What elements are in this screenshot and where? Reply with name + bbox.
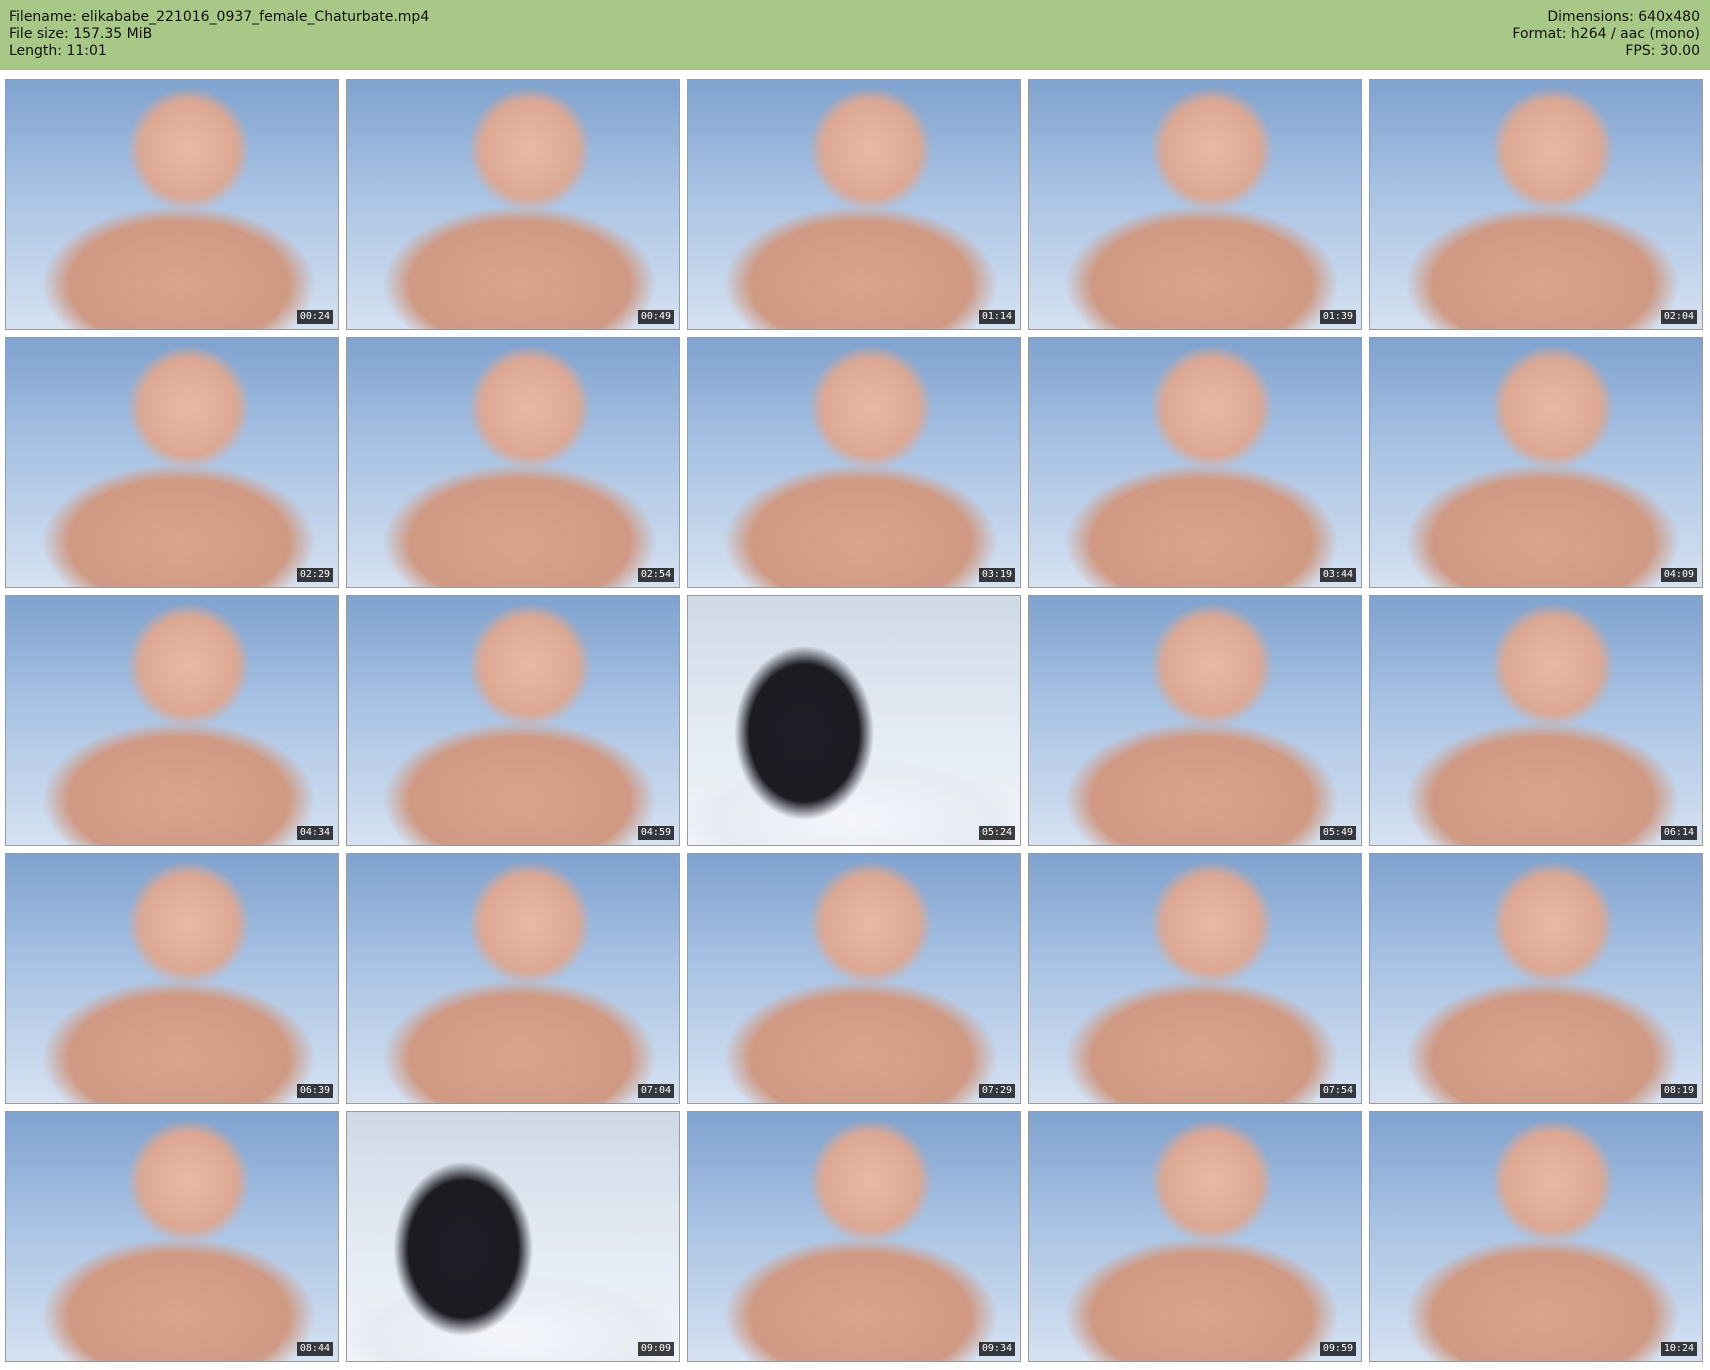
info-header: Filename: elikababe_221016_0937_female_C… [0, 0, 1710, 70]
timestamp-label: 02:29 [296, 568, 333, 582]
video-info: Dimensions: 640x480 Format: h264 / aac (… [1512, 9, 1700, 60]
thumbnail: 00:24 [5, 79, 339, 330]
filesize-text: File size: 157.35 MiB [9, 26, 153, 42]
video-frame-image [688, 596, 1020, 845]
timestamp-label: 08:19 [1660, 1084, 1697, 1098]
video-frame-image [688, 338, 1020, 587]
video-frame-image [6, 596, 338, 845]
dimensions-text: Dimensions: 640x480 [1547, 9, 1700, 25]
video-frame-image [6, 854, 338, 1103]
thumbnail: 09:59 [1028, 1111, 1362, 1362]
timestamp-label: 08:44 [296, 1342, 333, 1356]
video-frame-image [1029, 338, 1361, 587]
thumbnail: 03:44 [1028, 337, 1362, 588]
thumbnail: 06:39 [5, 853, 339, 1104]
video-frame-image [1370, 854, 1702, 1103]
timestamp-label: 02:04 [1660, 310, 1697, 324]
timestamp-label: 10:24 [1660, 1342, 1697, 1356]
timestamp-label: 04:34 [296, 826, 333, 840]
video-frame-image [347, 1112, 679, 1361]
thumbnail: 02:54 [346, 337, 680, 588]
thumbnail: 04:59 [346, 595, 680, 846]
thumbnail: 03:19 [687, 337, 1021, 588]
length-text: Length: 11:01 [9, 43, 107, 59]
thumbnail: 05:49 [1028, 595, 1362, 846]
video-frame-image [347, 854, 679, 1103]
video-frame-image [6, 338, 338, 587]
video-frame-image [1370, 596, 1702, 845]
thumbnail: 09:34 [687, 1111, 1021, 1362]
video-frame-image [1370, 1112, 1702, 1361]
timestamp-label: 09:34 [978, 1342, 1015, 1356]
timestamp-label: 05:49 [1319, 826, 1356, 840]
thumbnail: 07:29 [687, 853, 1021, 1104]
timestamp-label: 05:24 [978, 826, 1015, 840]
video-frame-image [688, 854, 1020, 1103]
thumbnail: 06:14 [1369, 595, 1703, 846]
video-frame-image [347, 338, 679, 587]
video-frame-image [688, 1112, 1020, 1361]
video-frame-image [688, 80, 1020, 329]
video-frame-image [1029, 854, 1361, 1103]
fps-text: FPS: 30.00 [1625, 43, 1700, 59]
video-frame-image [1029, 596, 1361, 845]
timestamp-label: 02:54 [637, 568, 674, 582]
timestamp-label: 00:49 [637, 310, 674, 324]
thumbnail: 08:19 [1369, 853, 1703, 1104]
filename-text: Filename: elikababe_221016_0937_female_C… [9, 9, 430, 25]
thumbnail: 01:14 [687, 79, 1021, 330]
thumbnail: 02:04 [1369, 79, 1703, 330]
thumbnail: 02:29 [5, 337, 339, 588]
timestamp-label: 03:19 [978, 568, 1015, 582]
thumbnail-grid: 00:24 00:49 01:14 01:39 02:04 02:29 02:54 03:19… [0, 70, 1710, 1370]
video-frame-image [1370, 338, 1702, 587]
video-frame-image [6, 80, 338, 329]
thumbnail: 04:34 [5, 595, 339, 846]
timestamp-label: 00:24 [296, 310, 333, 324]
timestamp-label: 09:09 [637, 1342, 674, 1356]
timestamp-label: 07:29 [978, 1084, 1015, 1098]
thumbnail: 07:54 [1028, 853, 1362, 1104]
thumbnail: 08:44 [5, 1111, 339, 1362]
video-frame-image [1370, 80, 1702, 329]
thumbnail: 10:24 [1369, 1111, 1703, 1362]
video-frame-image [6, 1112, 338, 1361]
video-frame-image [347, 80, 679, 329]
thumbnail: 01:39 [1028, 79, 1362, 330]
video-frame-image [347, 596, 679, 845]
timestamp-label: 06:14 [1660, 826, 1697, 840]
file-info: Filename: elikababe_221016_0937_female_C… [9, 9, 429, 60]
thumbnail: 09:09 [346, 1111, 680, 1362]
timestamp-label: 07:54 [1319, 1084, 1356, 1098]
thumbnail: 04:09 [1369, 337, 1703, 588]
timestamp-label: 03:44 [1319, 568, 1356, 582]
timestamp-label: 07:04 [637, 1084, 674, 1098]
timestamp-label: 09:59 [1319, 1342, 1356, 1356]
video-frame-image [1029, 80, 1361, 329]
thumbnail: 07:04 [346, 853, 680, 1104]
timestamp-label: 01:39 [1319, 310, 1356, 324]
video-frame-image [1029, 1112, 1361, 1361]
timestamp-label: 04:59 [637, 826, 674, 840]
timestamp-label: 06:39 [296, 1084, 333, 1098]
thumbnail: 00:49 [346, 79, 680, 330]
thumbnail: 05:24 [687, 595, 1021, 846]
timestamp-label: 01:14 [978, 310, 1015, 324]
format-text: Format: h264 / aac (mono) [1512, 26, 1700, 42]
timestamp-label: 04:09 [1660, 568, 1697, 582]
